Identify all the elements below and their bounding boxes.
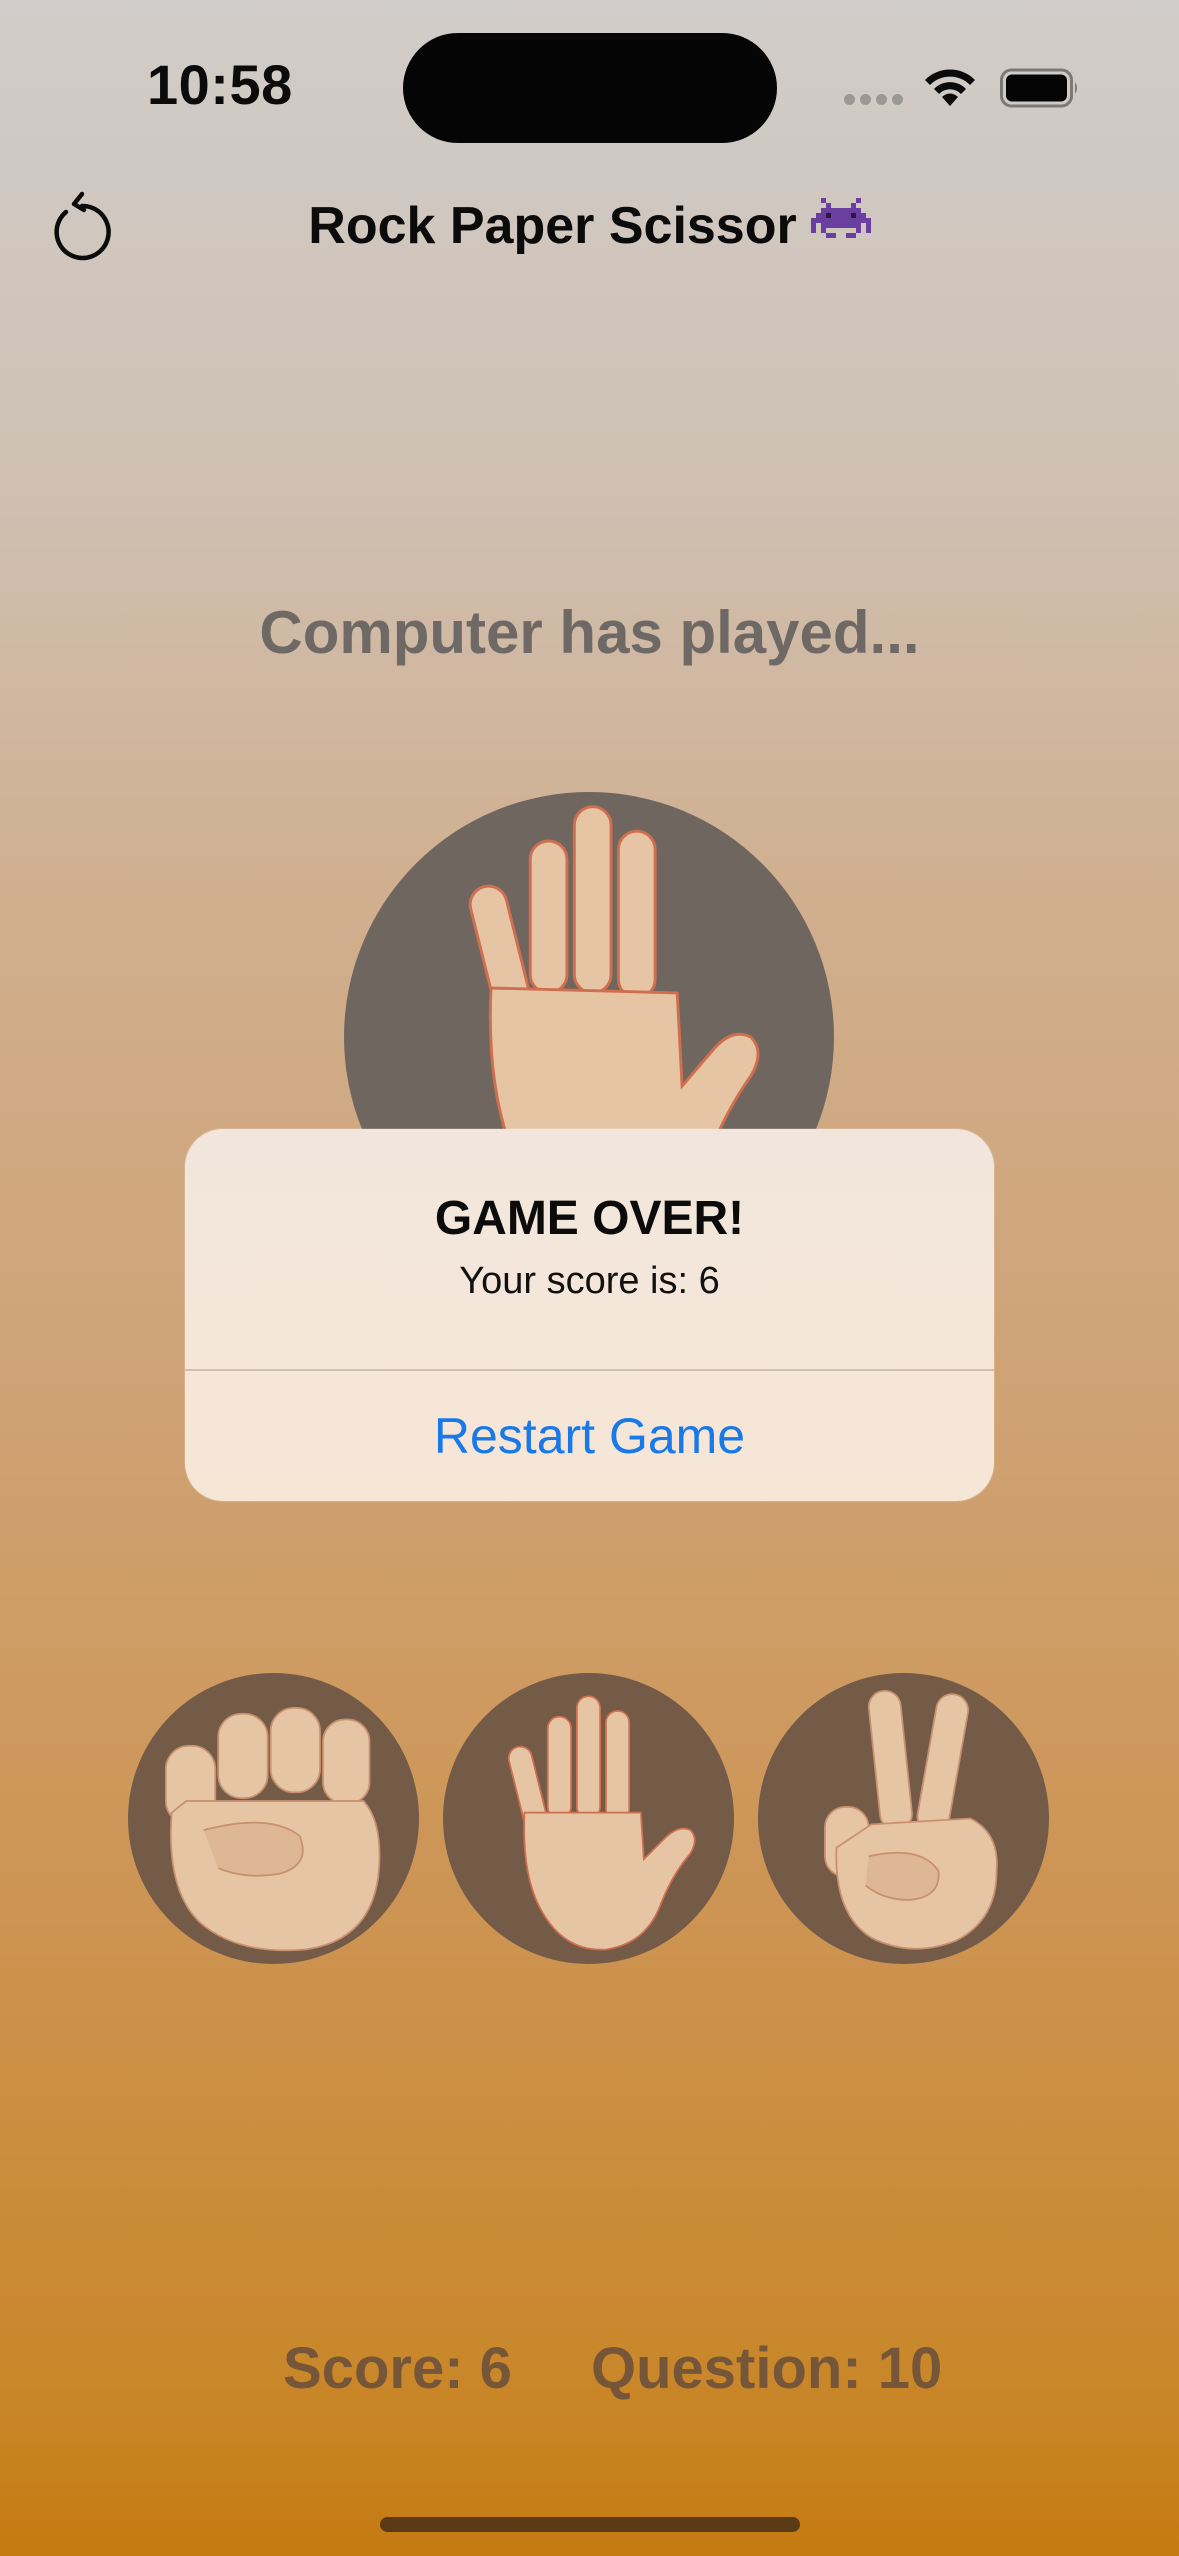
- alert-message: Your score is: 6: [459, 1260, 720, 1302]
- scissors-button[interactable]: [758, 1673, 1049, 1964]
- rock-button[interactable]: [128, 1673, 419, 1964]
- signal-icon: [844, 94, 904, 106]
- paper-button[interactable]: [443, 1673, 734, 1964]
- raised-hand-icon: [507, 1695, 696, 1951]
- wifi-icon: [925, 69, 975, 106]
- alert-title: GAME OVER!: [434, 1192, 745, 1245]
- restart-game-button[interactable]: Restart Game: [185, 1371, 994, 1501]
- score-label: Score: 6: [283, 2336, 512, 2401]
- computer-played-label: Computer has played...: [259, 599, 920, 666]
- fist-icon: [164, 1707, 381, 1952]
- page-title: Rock Paper Scissor: [0, 196, 1179, 256]
- game-over-alert: GAME OVER! Your score is: 6 Restart Game: [185, 1129, 994, 1501]
- alien-monster-icon: [810, 198, 871, 238]
- home-indicator[interactable]: [380, 2517, 800, 2532]
- battery-icon: [1000, 68, 1077, 108]
- question-label: Question: 10: [591, 2336, 943, 2401]
- status-time: 10:58: [147, 53, 293, 116]
- dynamic-island: [403, 33, 777, 143]
- victory-hand-icon: [824, 1689, 998, 1950]
- page-title-text: Rock Paper Scissor: [308, 197, 797, 255]
